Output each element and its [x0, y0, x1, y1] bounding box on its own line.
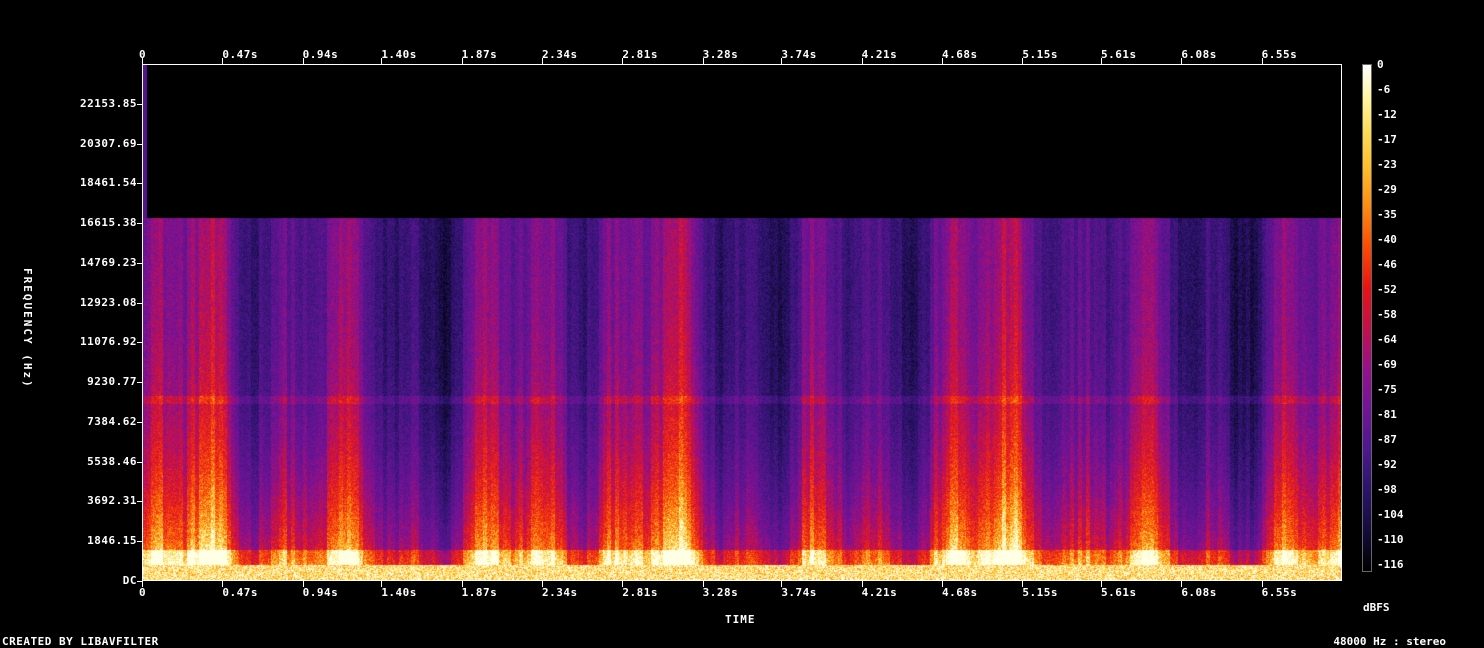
y-axis-label: FREQUENCY (Hz): [21, 268, 34, 389]
bottom-x-tick-label: 3.74s: [781, 586, 817, 599]
bottom-x-tick-mark: [942, 581, 943, 587]
top-x-tick-label: 0.94s: [302, 48, 339, 61]
bottom-x-tick-label: 1.87s: [461, 586, 498, 599]
colorbar-tick-label: -110: [1377, 533, 1404, 546]
bottom-x-tick-label: 0.47s: [222, 586, 258, 599]
y-tick-label: 22153.85: [80, 96, 137, 110]
y-tick-label: 5538.46: [87, 454, 137, 468]
bottom-x-tick-label: 2.34s: [542, 586, 578, 599]
top-x-tick-label: 6.08s: [1181, 48, 1217, 61]
x-axis-label: TIME: [725, 613, 756, 626]
bottom-x-tick-label: 2.81s: [622, 586, 658, 599]
bottom-x-tick-label: 5.15s: [1022, 586, 1058, 599]
top-x-tick-label: 3.28s: [702, 48, 739, 61]
colorbar-tick-label: 0: [1377, 58, 1384, 71]
bottom-x-tick-label: 3.28s: [702, 586, 739, 599]
colorbar-tick-label: -6: [1377, 83, 1391, 96]
colorbar-tick-label: -69: [1377, 358, 1397, 371]
bottom-x-tick-label: 0.94s: [302, 586, 339, 599]
bottom-x-tick-label: 5.61s: [1100, 586, 1137, 599]
bottom-x-tick-label: 4.68s: [942, 586, 978, 599]
bottom-x-tick-mark: [1022, 581, 1024, 587]
colorbar-tick-label: -81: [1377, 408, 1397, 421]
top-x-tick-label: 4.21s: [861, 48, 898, 61]
colorbar-tick-label: -52: [1377, 283, 1397, 296]
bottom-x-tick-mark: [622, 581, 624, 587]
bottom-x-tick-mark: [781, 581, 783, 587]
bottom-x-tick-mark: [1100, 581, 1102, 587]
colorbar-tick-label: -46: [1377, 258, 1397, 271]
colorbar-tick-label: -17: [1377, 133, 1397, 146]
colorbar-tick-label: -116: [1377, 558, 1404, 571]
audio-info-label: 48000 Hz : stereo: [1333, 635, 1446, 648]
created-by-label: CREATED BY LIBAVFILTER: [2, 635, 159, 648]
top-x-tick-label: 4.68s: [942, 48, 978, 61]
top-x-tick-label: 0.47s: [222, 48, 258, 61]
y-tick-label: 7384.62: [87, 414, 137, 428]
colorbar-tick-label: -29: [1377, 183, 1397, 196]
top-x-tick-label: 6.55s: [1261, 48, 1298, 61]
colorbar-tick-label: -104: [1377, 508, 1404, 521]
bottom-x-tick-mark: [461, 581, 463, 587]
colorbar-tick-label: -23: [1377, 158, 1397, 171]
colorbar-unit-label: dBFS: [1363, 601, 1390, 614]
bottom-x-tick-mark: [861, 581, 863, 587]
bottom-x-tick-label: 0: [139, 586, 147, 599]
bottom-x-tick-mark: [302, 581, 304, 587]
colorbar-tick-label: -58: [1377, 308, 1397, 321]
y-tick-label: 3692.31: [87, 494, 137, 508]
bottom-x-tick-mark: [381, 581, 383, 587]
bottom-x-tick-label: 1.40s: [381, 586, 417, 599]
y-tick-mark: [137, 581, 142, 582]
top-x-tick-label: 1.40s: [381, 48, 417, 61]
bottom-x-tick-label: 6.55s: [1261, 586, 1298, 599]
colorbar-tick-label: -12: [1377, 108, 1397, 121]
bottom-x-tick-mark: [702, 581, 704, 587]
y-tick-label: DC: [122, 574, 137, 587]
colorbar-tick-label: -98: [1377, 483, 1397, 496]
y-tick-label: 1846.15: [87, 534, 137, 548]
top-x-tick-label: 5.61s: [1100, 48, 1137, 61]
y-tick-label: 16615.38: [80, 216, 137, 230]
bottom-x-tick-mark: [542, 581, 543, 587]
top-x-tick-label: 2.34s: [542, 48, 578, 61]
bottom-x-tick-mark: [1181, 581, 1183, 587]
y-tick-label: 20307.69: [80, 136, 137, 150]
colorbar-tick-label: -87: [1377, 433, 1397, 446]
colorbar-tick-label: -35: [1377, 208, 1397, 221]
y-tick-label: 14769.23: [80, 255, 137, 269]
bottom-x-tick-label: 6.08s: [1181, 586, 1217, 599]
y-tick-label: 9230.77: [87, 375, 137, 389]
colorbar-tick-label: -64: [1377, 333, 1397, 346]
y-tick-label: 18461.54: [80, 176, 137, 190]
bottom-x-tick-label: 4.21s: [861, 586, 898, 599]
y-tick-label: 11076.92: [80, 335, 137, 349]
dbfs-colorbar: [1362, 64, 1372, 572]
spectrogram-canvas: [143, 65, 1341, 580]
top-x-tick-label: 5.15s: [1022, 48, 1058, 61]
colorbar-tick-label: -40: [1377, 233, 1397, 246]
y-tick-label: 12923.08: [80, 295, 137, 309]
colorbar-tick-label: -92: [1377, 458, 1397, 471]
top-x-tick-label: 3.74s: [781, 48, 817, 61]
bottom-x-tick-mark: [222, 581, 224, 587]
spectrogram-plot: [142, 64, 1342, 581]
top-x-tick-label: 1.87s: [461, 48, 498, 61]
bottom-x-tick-mark: [1261, 581, 1263, 587]
top-x-tick-label: 2.81s: [622, 48, 658, 61]
bottom-x-tick-mark: [142, 581, 143, 587]
colorbar-tick-label: -75: [1377, 383, 1397, 396]
